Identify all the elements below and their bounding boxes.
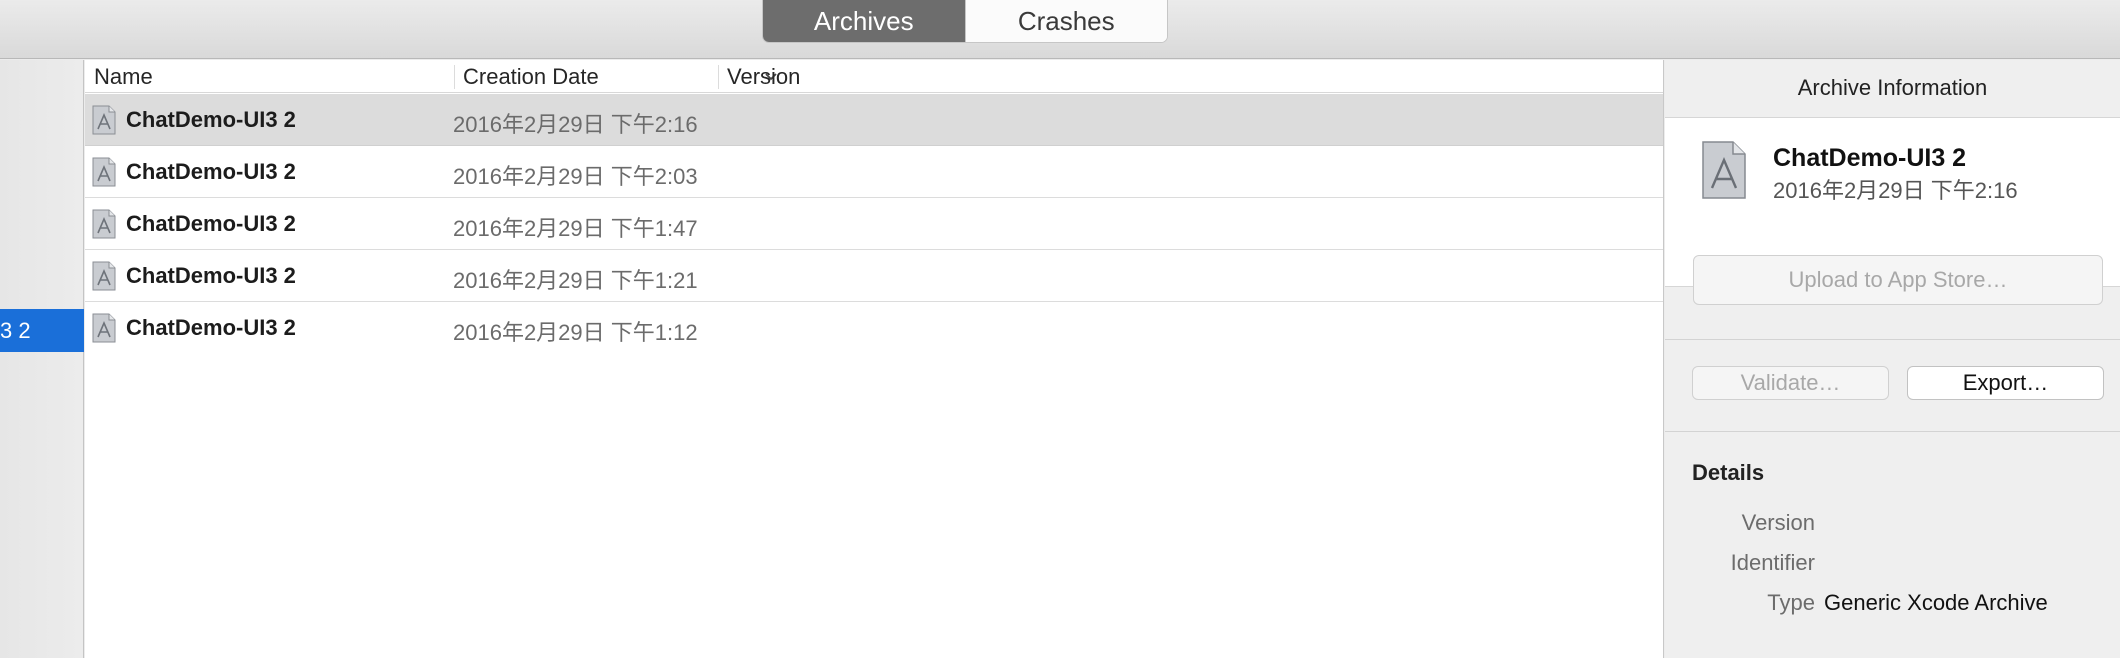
archive-name: ChatDemo-UI3 2 — [126, 315, 296, 340]
identifier-label: Identifier — [1730, 550, 1815, 575]
tab-archives[interactable]: Archives — [763, 0, 965, 42]
archive-creation-date: 2016年2月29日 下午2:16 — [1773, 178, 2018, 203]
export-button[interactable]: Export… — [1907, 366, 2104, 400]
archive-date: 2016年2月29日 下午2:03 — [453, 164, 698, 189]
xcode-archive-icon — [1702, 141, 1746, 199]
column-header-creation-date-label: Creation Date — [463, 64, 599, 89]
inspector-title: Archive Information — [1797, 75, 1988, 100]
column-header-version[interactable]: Version — [718, 64, 800, 89]
table-row[interactable]: ChatDemo-UI3 2 2016年2月29日 下午1:12 — [85, 302, 1663, 354]
type-label: Type — [1767, 590, 1815, 615]
archive-name: ChatDemo-UI3 2 — [126, 107, 296, 132]
archives-list: Name Creation Date Version ChatDemo-UI3 … — [85, 60, 1664, 658]
divider — [1665, 431, 2120, 432]
xcode-archive-icon — [92, 313, 116, 343]
xcode-archive-icon — [92, 209, 116, 239]
table-row[interactable]: ChatDemo-UI3 2 2016年2月29日 下午2:16 — [85, 94, 1663, 146]
xcode-archive-icon — [92, 157, 116, 187]
archive-title: ChatDemo-UI3 2 — [1773, 144, 1967, 172]
version-label: Version — [1741, 510, 1815, 535]
archive-name: ChatDemo-UI3 2 — [126, 159, 296, 184]
validate-button[interactable]: Validate… — [1692, 366, 1889, 400]
archive-inspector: Archive Information ChatDemo-UI3 2 2016年… — [1665, 60, 2120, 658]
column-header-name[interactable]: Name — [94, 60, 153, 93]
table-row[interactable]: ChatDemo-UI3 2 2016年2月29日 下午2:03 — [85, 146, 1663, 198]
tab-crashes[interactable]: Crashes — [964, 0, 1167, 42]
archive-name: ChatDemo-UI3 2 — [126, 263, 296, 288]
table-header: Name Creation Date Version — [85, 60, 1663, 93]
archive-date: 2016年2月29日 下午1:21 — [453, 268, 698, 293]
upload-to-app-store-button[interactable]: Upload to App Store… — [1693, 255, 2103, 305]
xcode-archive-icon — [92, 261, 116, 291]
divider — [1665, 339, 2120, 340]
table-row[interactable]: ChatDemo-UI3 2 2016年2月29日 下午1:47 — [85, 198, 1663, 250]
table-row[interactable]: ChatDemo-UI3 2 2016年2月29日 下午1:21 — [85, 250, 1663, 302]
xcode-archive-icon — [92, 105, 116, 135]
view-segmented-control: Archives Crashes — [762, 0, 1168, 43]
archive-name: ChatDemo-UI3 2 — [126, 211, 296, 236]
archive-date: 2016年2月29日 下午1:12 — [453, 320, 698, 345]
project-sidebar: 3 2 — [0, 60, 84, 658]
type-value: Generic Xcode Archive — [1824, 590, 2048, 615]
archive-date: 2016年2月29日 下午1:47 — [453, 216, 698, 241]
details-heading: Details — [1692, 460, 1765, 485]
archive-date: 2016年2月29日 下午2:16 — [453, 112, 698, 137]
toolbar: Archives Crashes — [0, 0, 2120, 59]
sidebar-item-selected[interactable]: 3 2 — [0, 309, 84, 352]
